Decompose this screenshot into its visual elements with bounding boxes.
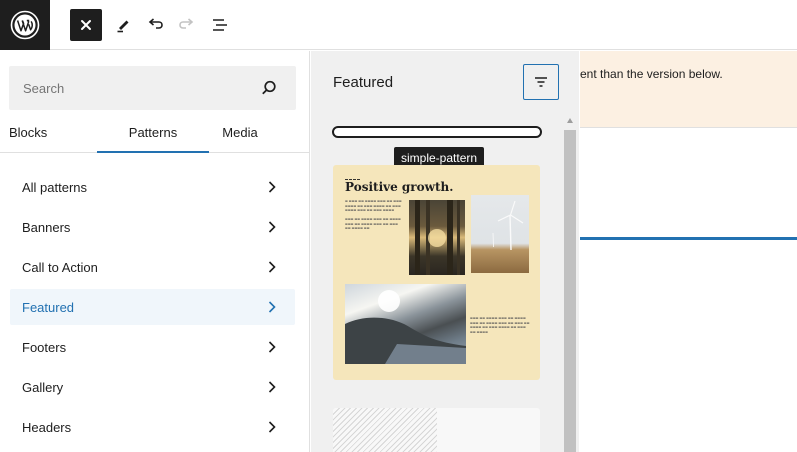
card-body-text: ▬ ▬▬▬ ▬▬ ▬▬▬▬ ▬▬▬ ▬▬ ▬▬▬ ▬▬▬▬ ▬▬ ▬▬▬ ▬▬▬… — [345, 199, 402, 230]
inserter-tabs: Blocks Patterns Media — [0, 111, 309, 153]
chevron-right-icon — [268, 381, 276, 393]
wind-turbine-image — [471, 195, 529, 273]
search-box — [9, 66, 296, 110]
close-icon — [81, 20, 91, 30]
category-label: Headers — [22, 419, 72, 435]
category-label: Footers — [22, 339, 67, 355]
block-recovery-notice: ent than the version below. — [580, 51, 797, 128]
category-footers[interactable]: Footers — [10, 329, 295, 365]
undo-button[interactable] — [139, 9, 171, 41]
tab-blocks[interactable]: Blocks — [0, 111, 54, 153]
close-button[interactable] — [70, 9, 102, 41]
forest-image — [409, 200, 465, 275]
notice-text: ent than the version below. — [580, 67, 723, 81]
card-secondary-text: ▬▬▬ ▬▬ ▬▬▬▬ ▬▬▬ ▬▬ ▬▬▬▬ ▬▬▬ ▬▬ ▬▬▬▬ ▬▬▬ … — [470, 316, 530, 334]
category-label: Gallery — [22, 379, 64, 395]
pattern-card-positive-growth[interactable]: ▬▬▬▬ Positive growth. ▬ ▬▬▬ ▬▬ ▬▬▬▬ ▬▬▬ … — [333, 165, 540, 380]
top-toolbar — [0, 0, 797, 50]
tools-button[interactable] — [107, 9, 139, 41]
pencil-icon — [117, 20, 129, 33]
tab-patterns[interactable]: Patterns — [97, 111, 209, 153]
undo-icon — [148, 18, 163, 29]
scrollbar-thumb[interactable] — [564, 130, 576, 452]
coastline-image — [345, 284, 466, 364]
block-insertion-point — [580, 237, 797, 240]
pattern-preview-image — [333, 408, 437, 452]
scroll-up-arrow-icon[interactable] — [567, 118, 573, 123]
redo-icon — [179, 18, 194, 29]
chevron-right-icon — [268, 421, 276, 433]
panel-title: Featured — [333, 74, 394, 91]
redo-button[interactable] — [171, 9, 203, 41]
filter-icon — [535, 77, 547, 87]
category-featured[interactable]: Featured — [10, 289, 295, 325]
search-icon[interactable] — [260, 79, 278, 97]
category-headers[interactable]: Headers — [10, 409, 295, 445]
chevron-right-icon — [268, 261, 276, 273]
category-all-patterns[interactable]: All patterns — [10, 169, 295, 205]
category-label: All patterns — [22, 179, 88, 195]
category-label: Call to Action — [22, 259, 98, 275]
card-title: Positive growth. — [345, 180, 454, 194]
chevron-right-icon — [268, 301, 276, 313]
wordpress-logo-icon[interactable] — [0, 0, 50, 50]
filter-button[interactable] — [523, 64, 559, 100]
active-tab-indicator — [97, 151, 209, 153]
search-input[interactable] — [9, 66, 296, 110]
category-gallery[interactable]: Gallery — [10, 369, 295, 405]
category-banners[interactable]: Banners — [10, 209, 295, 245]
tab-media[interactable]: Media — [212, 111, 268, 153]
inserter-sidebar: Blocks Patterns Media All patterns Banne… — [0, 51, 310, 452]
simple-pattern-preview[interactable] — [332, 126, 542, 138]
editor-canvas: ent than the version below. — [580, 51, 797, 452]
list-view-icon — [213, 19, 227, 31]
pattern-preview-panel: Featured simple-pattern ▬▬▬▬ Positive gr… — [311, 51, 579, 452]
scrollbar[interactable] — [564, 118, 576, 452]
chevron-right-icon — [268, 181, 276, 193]
chevron-right-icon — [268, 341, 276, 353]
chevron-right-icon — [268, 221, 276, 233]
pattern-card-next[interactable] — [333, 408, 540, 452]
list-view-button[interactable] — [204, 9, 236, 41]
category-label: Banners — [22, 219, 71, 235]
category-call-to-action[interactable]: Call to Action — [10, 249, 295, 285]
category-label: Featured — [22, 299, 75, 315]
